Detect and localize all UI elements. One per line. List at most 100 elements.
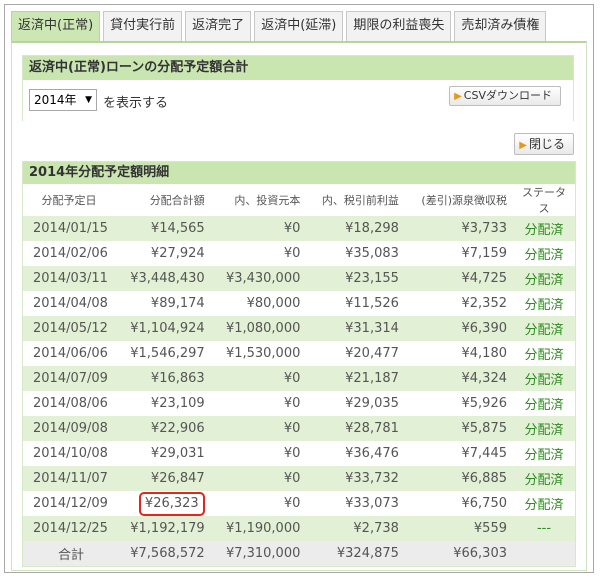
cell-total: ¥26,847 [115, 466, 211, 491]
cell-date: 2014/11/07 [23, 466, 115, 491]
cell-date: 2014/01/15 [23, 216, 115, 241]
cell-withholding-tax: ¥2,352 [404, 291, 513, 316]
cell-principal: ¥0 [210, 416, 307, 441]
cell-status: 分配済 [513, 266, 575, 291]
cell-pretax-profit: ¥29,035 [306, 391, 405, 416]
tab-repaying-delinquent[interactable]: 返済中(延滞) [254, 11, 344, 41]
cell-status: 分配済 [513, 241, 575, 266]
cell-principal: ¥0 [210, 241, 307, 266]
cell-withholding-tax: ¥4,180 [404, 341, 513, 366]
cell-status: 分配済 [513, 441, 575, 466]
cell-date: 2014/09/08 [23, 416, 115, 441]
cell-total: ¥29,031 [115, 441, 211, 466]
cell-withholding-tax: ¥559 [404, 516, 513, 541]
table-row: 2014/01/15 ¥14,565 ¥0 ¥18,298 ¥3,733 分配済 [23, 216, 575, 241]
table-row: 2014/10/08 ¥29,031 ¥0 ¥36,476 ¥7,445 分配済 [23, 441, 575, 466]
cell-pretax-profit: ¥35,083 [306, 241, 405, 266]
cell-principal: ¥80,000 [210, 291, 307, 316]
table-row: 2014/12/25 ¥1,192,179 ¥1,190,000 ¥2,738 ¥559… [23, 516, 575, 541]
total-cell-status [513, 541, 575, 566]
cell-date: 2014/12/09 [23, 491, 115, 516]
table-row: 2014/11/07 ¥26,847 ¥0 ¥33,732 ¥6,885 分配済 [23, 466, 575, 491]
cell-status: 分配済 [513, 341, 575, 366]
cell-status: 分配済 [513, 416, 575, 441]
table-row: 2014/05/12 ¥1,104,924 ¥1,080,000 ¥31,314 ¥6,… [23, 316, 575, 341]
cell-principal: ¥3,430,000 [210, 266, 307, 291]
cell-pretax-profit: ¥33,073 [306, 491, 405, 516]
cell-pretax-profit: ¥20,477 [306, 341, 405, 366]
summary-title: 返済中(正常)ローンの分配予定額合計 [23, 56, 573, 80]
cell-total: ¥1,546,297 [115, 341, 211, 366]
cell-total: ¥16,863 [115, 366, 211, 391]
play-arrow-icon: ▶ [519, 140, 527, 151]
cell-total: ¥27,924 [115, 241, 211, 266]
cell-status: --- [513, 516, 575, 541]
table-total-row: 合計 ¥7,568,572 ¥7,310,000 ¥324,875 ¥66,303 [23, 541, 575, 566]
cell-pretax-profit: ¥2,738 [306, 516, 405, 541]
cell-pretax-profit: ¥33,732 [306, 466, 405, 491]
table-header-row: 分配予定日 分配合計額 内、投資元本 内、税引前利益 (差引)源泉徴収税 ステータス [23, 184, 575, 216]
cell-principal: ¥0 [210, 441, 307, 466]
tab-repaying-normal[interactable]: 返済中(正常) [11, 11, 101, 41]
cell-date: 2014/08/06 [23, 391, 115, 416]
cell-pretax-profit: ¥21,187 [306, 366, 405, 391]
col-header-pretax-profit: 内、税引前利益 [306, 184, 405, 216]
cell-total: ¥3,448,430 [115, 266, 211, 291]
cell-status: 分配済 [513, 366, 575, 391]
tab-loss-of-benefit[interactable]: 期限の利益喪失 [346, 11, 452, 41]
cell-total: ¥1,104,924 [115, 316, 211, 341]
cell-pretax-profit: ¥18,298 [306, 216, 405, 241]
close-button[interactable]: ▶ 閉じる [514, 133, 574, 155]
col-header-principal: 内、投資元本 [210, 184, 307, 216]
table-row: 2014/12/09 ¥26,323 ¥0 ¥33,073 ¥6,750 分配済 [23, 491, 575, 516]
table-row: 2014/06/06 ¥1,546,297 ¥1,530,000 ¥20,477 ¥4,… [23, 341, 575, 366]
table-row: 2014/09/08 ¥22,906 ¥0 ¥28,781 ¥5,875 分配済 [23, 416, 575, 441]
cell-principal: ¥0 [210, 491, 307, 516]
table-row: 2014/03/11 ¥3,448,430 ¥3,430,000 ¥23,155 ¥4,… [23, 266, 575, 291]
cell-status: 分配済 [513, 491, 575, 516]
cell-date: 2014/05/12 [23, 316, 115, 341]
cell-principal: ¥0 [210, 216, 307, 241]
cell-date: 2014/02/06 [23, 241, 115, 266]
tab-before-execution[interactable]: 貸付実行前 [103, 11, 183, 41]
tab-content: 返済中(正常)ローンの分配予定額合計 2014年 ▼ を表示する ▶ CSVダウン… [11, 41, 587, 571]
cell-withholding-tax: ¥4,725 [404, 266, 513, 291]
cell-date: 2014/06/06 [23, 341, 115, 366]
col-header-withholding-tax: (差引)源泉徴収税 [404, 184, 513, 216]
cell-withholding-tax: ¥4,324 [404, 366, 513, 391]
cell-pretax-profit: ¥28,781 [306, 416, 405, 441]
cell-total: ¥14,565 [115, 216, 211, 241]
col-header-total: 分配合計額 [115, 184, 211, 216]
csv-download-button[interactable]: ▶ CSVダウンロード [449, 86, 561, 106]
csv-download-label: CSVダウンロード [463, 89, 552, 102]
cell-withholding-tax: ¥6,390 [404, 316, 513, 341]
year-select-value: 2014年 [34, 93, 77, 107]
cell-status: 分配済 [513, 216, 575, 241]
summary-panel: 返済中(正常)ローンの分配予定額合計 2014年 ▼ を表示する ▶ CSVダウン… [22, 55, 574, 122]
cell-status: 分配済 [513, 291, 575, 316]
cell-date: 2014/12/25 [23, 516, 115, 541]
year-select[interactable]: 2014年 ▼ [29, 89, 97, 111]
cell-principal: ¥1,530,000 [210, 341, 307, 366]
table-row: 2014/07/09 ¥16,863 ¥0 ¥21,187 ¥4,324 分配済 [23, 366, 575, 391]
tab-sold-claims[interactable]: 売却済み債権 [454, 11, 547, 41]
cell-total: ¥1,192,179 [115, 516, 211, 541]
cell-pretax-profit: ¥36,476 [306, 441, 405, 466]
col-header-status: ステータス [513, 184, 575, 216]
highlighted-amount: ¥26,323 [138, 491, 205, 516]
cell-pretax-profit: ¥23,155 [306, 266, 405, 291]
cell-total: ¥22,906 [115, 416, 211, 441]
cell-status: 分配済 [513, 316, 575, 341]
year-select-suffix: を表示する [103, 96, 169, 111]
cell-pretax-profit: ¥11,526 [306, 291, 405, 316]
tab-repaid[interactable]: 返済完了 [185, 11, 252, 41]
total-cell-total: ¥7,568,572 [115, 541, 211, 566]
cell-principal: ¥0 [210, 466, 307, 491]
col-header-date: 分配予定日 [23, 184, 115, 216]
cell-total: ¥26,323 [115, 491, 211, 516]
cell-withholding-tax: ¥5,926 [404, 391, 513, 416]
detail-title: 2014年分配予定額明細 [23, 162, 575, 184]
distribution-table: 分配予定日 分配合計額 内、投資元本 内、税引前利益 (差引)源泉徴収税 ステータス 20… [23, 184, 575, 566]
total-cell-pretax-profit: ¥324,875 [306, 541, 405, 566]
table-row: 2014/02/06 ¥27,924 ¥0 ¥35,083 ¥7,159 分配済 [23, 241, 575, 266]
